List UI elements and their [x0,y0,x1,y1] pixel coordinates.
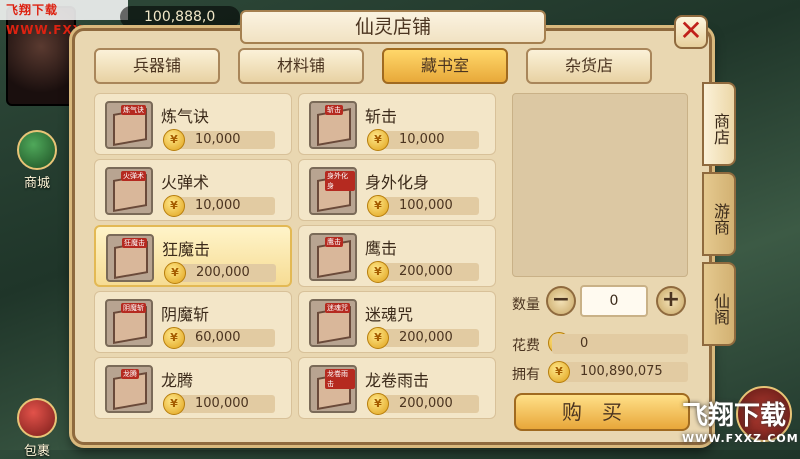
skill-book-icon: 炼气诀 [105,101,153,149]
book-tag: 阴魔斩 [121,303,146,313]
top-gold-counter: 100,888,0 [120,6,240,28]
skill-book-icon: 斩击 [309,101,357,149]
item-name: 龙腾 [161,371,194,390]
shop-tabs: 兵器铺 材料铺 藏书室 杂货店 [94,48,652,84]
watermark-sub: WWW.FXXZ.COM [682,432,799,445]
book-tag: 身外化身 [325,171,355,191]
item-price: 200,000 [379,329,479,347]
increase-quantity-button[interactable]: + [656,286,686,316]
item-price: 10,000 [175,197,275,215]
dialog-title: 仙灵店铺 [240,10,546,44]
book-tag: 龙卷雨击 [325,369,355,389]
tab-general-store[interactable]: 杂货店 [526,48,652,84]
book-tag: 狂魔击 [122,238,147,248]
tab-weapons[interactable]: 兵器铺 [94,48,220,84]
book-tag: 炼气诀 [121,105,146,115]
owned-gold-value: 100,890,075 [552,362,688,382]
item-price: 200,000 [379,263,479,281]
item-price: 100,000 [379,197,479,215]
shop-item[interactable]: 炼气诀 炼气诀 10,000 ¥ [94,93,292,155]
gold-coin-icon: ¥ [367,261,389,283]
quantity-label: 数量 [512,297,540,313]
shop-item[interactable]: 鹰击 鹰击 200,000 ¥ [298,225,496,287]
item-price: 200,000 [379,395,479,413]
skill-book-icon: 迷魂咒 [309,299,357,347]
book-tag: 斩击 [325,105,343,115]
bag-label: 包裹 [23,444,50,459]
gold-coin-icon: ¥ [548,361,570,383]
shop-item[interactable]: 火弹术 火弹术 10,000 ¥ [94,159,292,221]
item-name: 鹰击 [365,239,398,258]
item-name: 斩击 [365,107,398,126]
tab-materials[interactable]: 材料铺 [238,48,364,84]
watermark-main: 飞翔下载 [682,401,787,431]
mall-icon [17,130,57,170]
item-name: 迷魂咒 [365,305,414,324]
gold-coin-icon: ¥ [163,195,185,217]
gold-coin-icon: ¥ [367,327,389,349]
side-tab-pavilion[interactable]: 仙阁 [702,262,736,346]
watermark-top: 飞翔下载 WWW.FXXZ.COM [0,0,131,37]
side-tabs: 商店 游商 仙阁 [702,82,736,352]
quantity-input[interactable]: 0 [580,285,648,317]
item-name: 阴魔斩 [161,305,210,324]
item-grid: 炼气诀 炼气诀 10,000 ¥ 斩击 斩击 10,000 ¥ 火弹术 火弹术 10,000 ¥ 身外化… [94,93,498,437]
item-price: 200,000 [176,264,276,282]
cost-label: 花费 [512,338,540,354]
skill-book-icon: 狂魔击 [106,234,154,282]
skill-book-icon: 阴魔斩 [105,299,153,347]
gold-coin-icon: ¥ [367,393,389,415]
gold-coin-icon: ¥ [163,327,185,349]
shop-item[interactable]: 迷魂咒 迷魂咒 200,000 ¥ [298,291,496,353]
gold-coin-icon: ¥ [163,393,185,415]
item-name: 身外化身 [365,173,430,192]
item-price: 10,000 [379,131,479,149]
item-preview-panel [512,93,688,277]
item-price: 100,000 [175,395,275,413]
watermark-bottom-right: 飞翔下载 WWW.FXXZ.COM [630,385,800,450]
skill-book-icon: 火弹术 [105,167,153,215]
shop-item[interactable]: 龙卷雨击 龙卷雨击 200,000 ¥ [298,357,496,419]
mall-label: 商城 [23,176,50,191]
item-name: 火弹术 [161,173,210,192]
shop-item[interactable]: 龙腾 龙腾 100,000 ¥ [94,357,292,419]
owned-label: 拥有 [512,367,540,383]
book-tag: 鹰击 [325,237,343,247]
shop-item[interactable]: 斩击 斩击 10,000 ¥ [298,93,496,155]
tab-library[interactable]: 藏书室 [382,48,508,84]
item-price: 10,000 [175,131,275,149]
item-price: 60,000 [175,329,275,347]
shop-item[interactable]: 狂魔击 狂魔击 200,000 ¥ [94,225,292,287]
side-tab-traveling-merchant[interactable]: 游商 [702,172,736,256]
shop-item[interactable]: 阴魔斩 阴魔斩 60,000 ¥ [94,291,292,353]
item-name: 龙卷雨击 [365,371,430,390]
close-button[interactable]: ✕ [674,15,708,49]
skill-book-icon: 龙腾 [105,365,153,413]
shop-item[interactable]: 身外化身 身外化身 100,000 ¥ [298,159,496,221]
skill-book-icon: 鹰击 [309,233,357,281]
side-tab-shop[interactable]: 商店 [702,82,736,166]
cost-value: 0 [552,334,688,354]
gold-coin-icon: ¥ [163,129,185,151]
item-name: 狂魔击 [162,240,211,259]
bag-icon [17,398,57,438]
book-tag: 龙腾 [121,369,139,379]
book-tag: 迷魂咒 [325,303,350,313]
book-tag: 火弹术 [121,171,146,181]
gold-coin-icon: ¥ [164,262,186,284]
skill-book-icon: 龙卷雨击 [309,365,357,413]
gold-coin-icon: ¥ [367,129,389,151]
decrease-quantity-button[interactable]: − [546,286,576,316]
gold-coin-icon: ¥ [367,195,389,217]
skill-book-icon: 身外化身 [309,167,357,215]
item-name: 炼气诀 [161,107,210,126]
mall-button[interactable]: 商城 [10,130,64,191]
